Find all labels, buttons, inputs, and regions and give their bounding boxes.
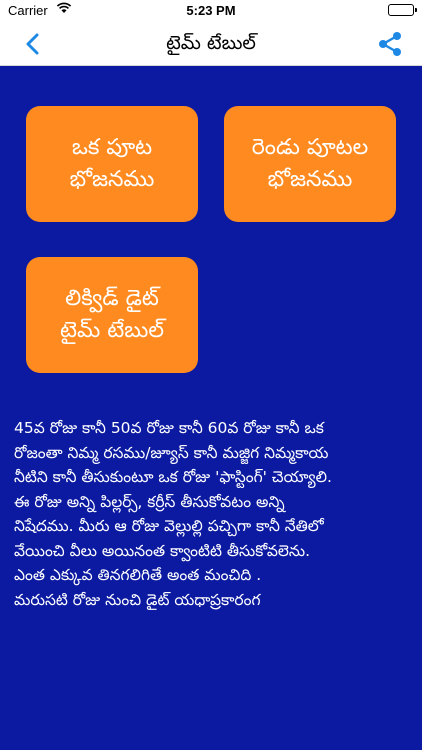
tile-label-line-1: లిక్విడ్ డైట్ [65,286,159,312]
description-text: 45వ రోజు కానీ 50వ రోజు కానీ 60వ రోజు కాన… [14,416,408,612]
one-meal-button[interactable]: ఒక పూట భోజనము [26,106,198,222]
main-content: ఒక పూట భోజనము రెండు పూటల భోజనము లిక్విడ్… [0,66,422,750]
description-line: రోజంతా నిమ్మ రసము/జ్యూస్ కానీ మజ్జిగ నిమ… [14,443,329,462]
navigation-bar: టైమ్ టేబుల్ [0,22,422,66]
description-line: వేయించి వీలు అయినంత క్వాంటిటి తీసుకోవలెన… [14,541,311,560]
share-icon[interactable] [378,31,402,57]
description-line: ఈ రోజు అన్ని పిల్లర్స్, కర్రీస్ తీసుకోవట… [14,492,285,511]
tile-label-line-2: టైమ్ టేబుల్ [60,318,164,343]
status-bar: Carrier 5:23 PM [0,0,422,22]
tile-label-line-1: ఒక పూట [71,135,153,161]
battery-icon [388,4,417,16]
tile-label-line-1: రెండు పూటల [251,135,369,161]
two-meals-button[interactable]: రెండు పూటల భోజనము [224,106,396,222]
clock-time: 5:23 PM [186,3,236,18]
description-line: నిషేదము. మీరు ఆ రోజు వెల్లుల్లి పచ్చిగా … [14,517,324,535]
description-line: 45వ రోజు కానీ 50వ రోజు కానీ 60వ రోజు కాన… [14,419,324,437]
description-line: ఎంత ఎక్కువ తినగలిగితే అంత మంచిది . [14,566,262,584]
description-line: మరుసటి రోజు నుంచి డైట్ యధాప్రకారంగ [14,590,261,609]
tile-label-line-2: భోజనము [267,167,353,192]
description-line: నీటిని కానీ తీసుకుంటూ ఒక రోజు 'ఫాస్టింగ్… [14,468,332,486]
tile-label-line-2: భోజనము [69,167,155,192]
chevron-left-icon[interactable] [20,30,48,58]
liquid-diet-timetable-button[interactable]: లిక్విడ్ డైట్ టైమ్ టేబుల్ [26,257,198,373]
page-title: టైమ్ టేబుల్ [166,32,256,54]
